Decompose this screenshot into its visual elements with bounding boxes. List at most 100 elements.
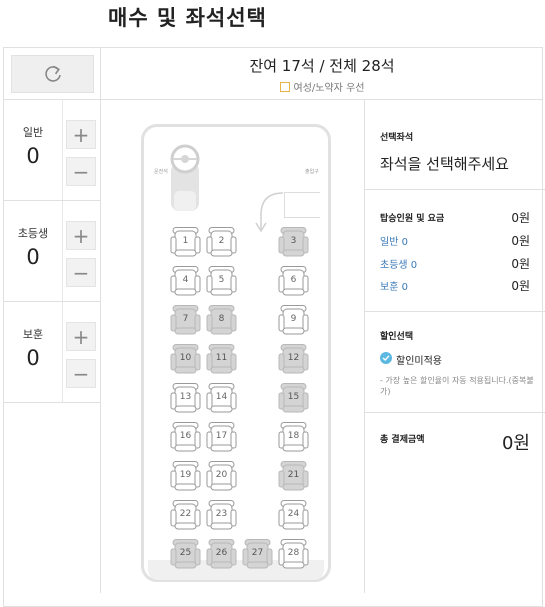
passenger-count: 0 [26,245,40,269]
decrease-child-button[interactable]: − [66,258,96,287]
seat-available[interactable]: 5 [206,265,237,297]
passenger-counter-general: 일반 0 + − [3,100,100,201]
divider [62,100,63,200]
refresh-icon [44,65,61,82]
total-amount: 0원 [501,433,530,454]
discount-option-label[interactable]: 할인미적용 [396,352,442,367]
fare-title-value: 0원 [511,211,530,225]
seat-available[interactable]: 28 [278,538,309,570]
divider [100,47,101,593]
seat-available[interactable]: 24 [278,499,309,531]
minus-icon: − [72,361,90,386]
seat-available[interactable]: 23 [206,499,237,531]
check-icon [382,355,390,361]
seat-sold: 21 [278,460,309,492]
seat-available[interactable]: 6 [278,265,309,297]
fare-value-general: 0원 [511,234,530,248]
seat-number: 20 [215,470,228,480]
door-label: 출입구 [305,169,319,175]
seat-number: 11 [215,353,228,363]
seat-count: 잔여 17석 / 전체 28석 [249,57,395,75]
seat-available[interactable]: 9 [278,304,309,336]
seat-available[interactable]: 14 [206,382,237,414]
minus-icon: − [72,159,90,184]
divider [365,189,545,190]
steering-wheel-icon [170,144,200,211]
seat-number: 18 [287,431,300,441]
decrease-general-button[interactable]: − [66,157,96,186]
fare-title: 탑승인원 및 요금 [380,214,445,224]
seat-available[interactable]: 4 [170,265,201,297]
seat-number: 2 [218,236,225,246]
seat-available[interactable]: 1 [170,226,201,258]
seat-available[interactable]: 20 [206,460,237,492]
seat-available[interactable]: 22 [170,499,201,531]
seat-available[interactable]: 13 [170,382,201,414]
plus-icon: + [72,122,90,147]
increase-child-button[interactable]: + [66,221,96,250]
seat-number: 15 [287,392,300,402]
passenger-counter-child: 초등생 0 + − [3,201,100,302]
seat-available[interactable]: 19 [170,460,201,492]
seat-available[interactable]: 18 [278,421,309,453]
seat-number: 3 [290,236,297,246]
priority-note: 여성/노약자 우선 [101,79,543,94]
seat-number: 23 [215,509,228,519]
fare-line-child: 초등생 0 [380,260,418,271]
seat-number: 27 [251,548,264,558]
seat-available[interactable]: 2 [206,226,237,258]
seat-available[interactable]: 17 [206,421,237,453]
seat-sold: 8 [206,304,237,336]
discount-option-checkbox[interactable] [380,352,392,364]
door-outline [284,192,320,218]
increase-general-button[interactable]: + [66,120,96,149]
passenger-type-label: 보훈 [22,328,44,341]
passenger-type-label: 일반 [22,126,44,139]
fare-value-veteran: 0원 [511,279,530,293]
passenger-type-label: 초등생 [17,227,49,240]
passenger-count: 0 [26,144,40,168]
seat-number: 28 [287,548,300,558]
seat-number: 16 [179,431,192,441]
seat-sold: 11 [206,343,237,375]
divider [365,311,545,312]
divider [365,412,545,413]
selected-seats-placeholder: 좌석을 선택해주세요 [380,155,509,173]
seat-number: 14 [215,392,228,402]
seat-number: 25 [179,548,192,558]
seat-number: 17 [215,431,228,441]
seat-number: 22 [179,509,192,519]
seat-number: 10 [179,353,192,363]
refresh-button[interactable] [11,55,94,93]
seat-available[interactable]: 16 [170,421,201,453]
seat-number: 1 [182,236,189,246]
seat-sold: 27 [242,538,273,570]
passenger-count: 0 [26,346,40,370]
selected-seats-title: 선택좌석 [380,133,414,143]
seat-sold: 26 [206,538,237,570]
seat-number: 12 [287,353,300,363]
priority-note-label: 여성/노약자 우선 [293,83,365,94]
seat-number: 19 [179,470,192,480]
fare-line-general: 일반 0 [380,237,408,248]
plus-icon: + [72,223,90,248]
seat-number: 24 [287,509,300,519]
seat-number: 26 [215,548,228,558]
decrease-veteran-button[interactable]: − [66,359,96,388]
divider [62,201,63,301]
priority-seat-legend-icon [279,82,290,92]
seat-number: 13 [179,392,192,402]
seat-number: 5 [218,275,225,285]
divider [62,302,63,402]
discount-note: - 가장 높은 할인율이 자동 적용됩니다.(중복불가) [380,376,534,396]
seat-sold: 12 [278,343,309,375]
passenger-counter-veteran: 보훈 0 + − [3,302,100,403]
seat-sold: 25 [170,538,201,570]
seat-number: 21 [287,470,300,480]
seat-sold: 15 [278,382,309,414]
seat-sold: 10 [170,343,201,375]
seat-number: 7 [182,314,189,324]
fare-value-child: 0원 [511,257,530,271]
increase-veteran-button[interactable]: + [66,322,96,351]
discount-title: 할인선택 [380,332,414,342]
